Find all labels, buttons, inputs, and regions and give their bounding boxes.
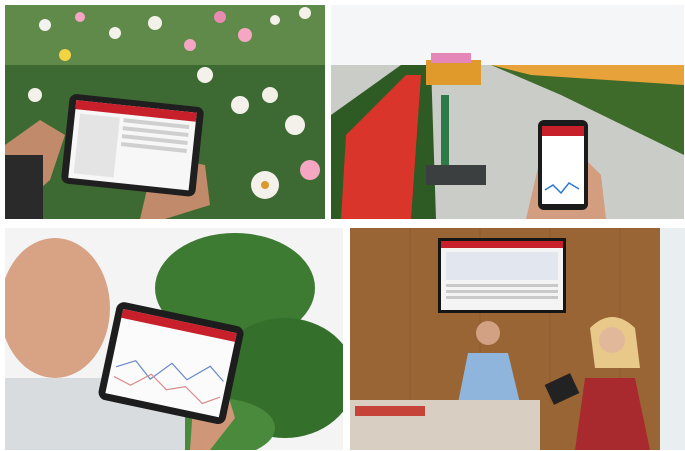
photo-greenhouse-phone	[331, 5, 684, 219]
tomato-scene	[5, 228, 343, 450]
photo-meeting-room	[350, 228, 685, 450]
tablet	[61, 94, 204, 197]
greenhouse-scene	[331, 5, 684, 219]
gerbera-scene	[5, 5, 325, 219]
meeting-scene	[350, 228, 685, 450]
tv-screen	[438, 238, 566, 313]
photo-tablet-gerbera	[5, 5, 325, 219]
photo-tablet-tomato	[5, 228, 343, 450]
